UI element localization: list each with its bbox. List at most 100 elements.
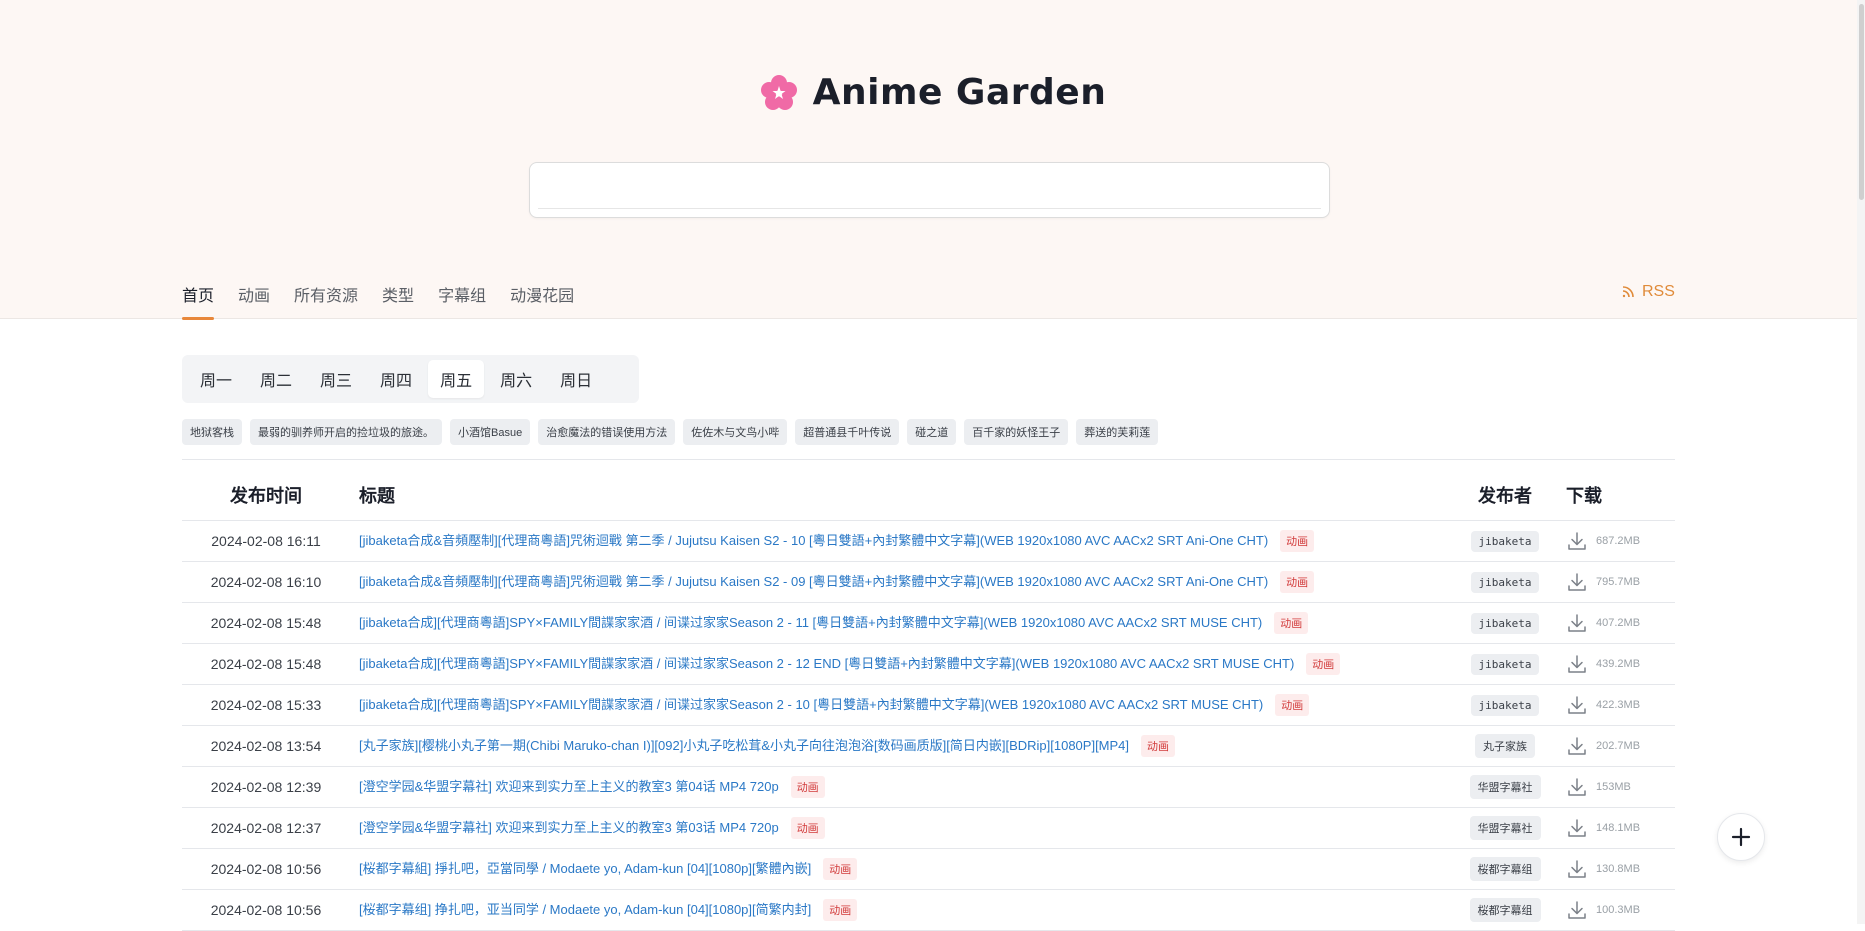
nav-all-resources[interactable]: 所有资源 bbox=[294, 282, 358, 316]
resource-title-link[interactable]: [桜都字幕组] 挣扎吧，亚当同学 / Modaete yo, Adam-kun … bbox=[359, 902, 811, 917]
publisher-badge[interactable]: jibaketa bbox=[1470, 653, 1540, 675]
table-row: 2024-02-08 12:37 [澄空学园&华盟字幕社] 欢迎来到实力至上主义的… bbox=[182, 808, 1675, 849]
download-icon[interactable] bbox=[1566, 817, 1588, 839]
anime-tag[interactable]: 葬送的芙莉莲 bbox=[1076, 419, 1159, 445]
anime-tag[interactable]: 治愈魔法的错误使用方法 bbox=[538, 419, 676, 445]
col-download-header: 下载 bbox=[1556, 470, 1675, 521]
resource-title-link[interactable]: [澄空学园&华盟字幕社] 欢迎来到实力至上主义的教室3 第03话 MP4 720… bbox=[359, 820, 779, 835]
download-icon[interactable] bbox=[1566, 612, 1588, 634]
table-row: 2024-02-08 15:33 [jibaketa合成][代理商粵語]SPY×F… bbox=[182, 685, 1675, 726]
type-badge[interactable]: 动画 bbox=[1274, 612, 1309, 634]
publisher-badge[interactable]: jibaketa bbox=[1470, 694, 1540, 716]
publisher-badge[interactable]: jibaketa bbox=[1470, 571, 1540, 593]
publisher-cell: 桜都字幕组 bbox=[1454, 849, 1556, 890]
download-cell: 153MB bbox=[1556, 767, 1675, 808]
resource-title-link[interactable]: [jibaketa合成][代理商粵語]SPY×FAMILY間諜家家酒 / 间谍过… bbox=[359, 656, 1294, 671]
publish-time: 2024-02-08 15:48 bbox=[210, 656, 322, 672]
download-icon[interactable] bbox=[1566, 858, 1588, 880]
publisher-cell: jibaketa bbox=[1454, 685, 1556, 726]
rss-link[interactable]: RSS bbox=[1620, 283, 1675, 301]
scrollbar-thumb[interactable] bbox=[1859, 4, 1864, 200]
search-input[interactable] bbox=[538, 169, 1321, 209]
tab-wednesday[interactable]: 周三 bbox=[308, 360, 364, 398]
tab-monday[interactable]: 周一 bbox=[188, 360, 244, 398]
publisher-cell: jibaketa bbox=[1454, 521, 1556, 562]
brand: Anime Garden bbox=[0, 72, 1865, 113]
search-box[interactable] bbox=[529, 162, 1330, 218]
file-size: 148.1MB bbox=[1596, 822, 1641, 834]
type-badge[interactable]: 动画 bbox=[1141, 735, 1176, 757]
file-size: 153MB bbox=[1596, 781, 1631, 793]
anime-tag[interactable]: 最弱的驯养师开启的捡垃圾的旅途。 bbox=[250, 419, 442, 445]
download-icon[interactable] bbox=[1566, 653, 1588, 675]
resource-title-link[interactable]: [jibaketa合成&音頻壓制][代理商粵語]咒術迴戰 第二季 / Jujut… bbox=[359, 574, 1268, 589]
type-badge[interactable]: 动画 bbox=[823, 899, 858, 921]
publisher-badge[interactable]: 华盟字幕社 bbox=[1469, 816, 1541, 840]
file-size: 202.7MB bbox=[1596, 740, 1641, 752]
resource-title-link[interactable]: [丸子家族][樱桃小丸子第一期(Chibi Maruko-chan I)][09… bbox=[359, 738, 1129, 753]
anime-tag-list: 地狱客栈 最弱的驯养师开启的捡垃圾的旅途。 小酒馆Basue 治愈魔法的错误使用… bbox=[182, 419, 1159, 445]
download-icon[interactable] bbox=[1566, 694, 1588, 716]
type-badge[interactable]: 动画 bbox=[1280, 530, 1315, 552]
publisher-badge[interactable]: 桜都字幕组 bbox=[1469, 857, 1541, 881]
nav-fansub-groups[interactable]: 字幕组 bbox=[438, 282, 486, 316]
anime-tag[interactable]: 小酒馆Basue bbox=[450, 419, 531, 445]
publisher-cell: jibaketa bbox=[1454, 562, 1556, 603]
download-cell: 795.7MB bbox=[1556, 562, 1675, 603]
type-badge[interactable]: 动画 bbox=[790, 817, 825, 839]
add-button[interactable] bbox=[1717, 813, 1765, 861]
header-hero: Anime Garden 首页 动画 所有资源 类型 字幕组 动漫花园 RSS bbox=[0, 0, 1865, 320]
resource-title-link[interactable]: [jibaketa合成][代理商粵語]SPY×FAMILY間諜家家酒 / 间谍过… bbox=[359, 697, 1263, 712]
publish-time: 2024-02-08 16:10 bbox=[210, 574, 322, 590]
tab-friday[interactable]: 周五 bbox=[428, 360, 485, 398]
resource-title-link[interactable]: [澄空学园&华盟字幕社] 欢迎来到实力至上主义的教室3 第04话 MP4 720… bbox=[359, 779, 779, 794]
tab-tuesday[interactable]: 周二 bbox=[248, 360, 304, 398]
resource-title-link[interactable]: [jibaketa合成&音頻壓制][代理商粵語]咒術迴戰 第二季 / Jujut… bbox=[359, 533, 1268, 548]
publisher-badge[interactable]: 丸子家族 bbox=[1475, 734, 1535, 758]
type-badge[interactable]: 动画 bbox=[1280, 571, 1315, 593]
file-size: 100.3MB bbox=[1596, 904, 1641, 916]
download-cell: 130.8MB bbox=[1556, 849, 1675, 890]
anime-tag[interactable]: 佐佐木与文鸟小哔 bbox=[683, 419, 788, 445]
publisher-badge[interactable]: jibaketa bbox=[1470, 612, 1540, 634]
nav-types[interactable]: 类型 bbox=[382, 282, 414, 316]
download-icon[interactable] bbox=[1566, 899, 1588, 921]
publisher-cell: jibaketa bbox=[1454, 603, 1556, 644]
publisher-badge[interactable]: 桜都字幕组 bbox=[1469, 898, 1541, 922]
publisher-badge[interactable]: jibaketa bbox=[1470, 530, 1540, 552]
tab-saturday[interactable]: 周六 bbox=[488, 360, 544, 398]
download-cell: 148.1MB bbox=[1556, 808, 1675, 849]
resource-title-link[interactable]: [桜都字幕組] 掙扎吧，亞當同學 / Modaete yo, Adam-kun … bbox=[359, 861, 811, 876]
publisher-badge[interactable]: 华盟字幕社 bbox=[1469, 775, 1541, 799]
anime-tag[interactable]: 碰之道 bbox=[907, 419, 957, 445]
rss-icon bbox=[1622, 286, 1634, 298]
table-row: 2024-02-08 13:54 [丸子家族][樱桃小丸子第一期(Chibi Ma… bbox=[182, 726, 1675, 767]
publish-time: 2024-02-08 13:54 bbox=[210, 738, 322, 754]
type-badge[interactable]: 动画 bbox=[790, 776, 825, 798]
table-row: 2024-02-08 16:11 [jibaketa合成&音頻壓制][代理商粵語]… bbox=[182, 521, 1675, 562]
resource-title-link[interactable]: [jibaketa合成][代理商粵語]SPY×FAMILY間諜家家酒 / 间谍过… bbox=[359, 615, 1262, 630]
nav-home[interactable]: 首页 bbox=[182, 282, 215, 320]
download-cell: 422.3MB bbox=[1556, 685, 1675, 726]
type-badge[interactable]: 动画 bbox=[1275, 694, 1310, 716]
type-badge[interactable]: 动画 bbox=[1306, 653, 1341, 675]
anime-tag[interactable]: 超普通县千叶传说 bbox=[795, 419, 900, 445]
site-title: Anime Garden bbox=[812, 72, 1107, 113]
main-nav: 首页 动画 所有资源 类型 字幕组 动漫花园 bbox=[182, 282, 574, 320]
col-time-header: 发布时间 bbox=[182, 470, 350, 521]
anime-tag[interactable]: 地狱客栈 bbox=[182, 419, 242, 445]
download-icon[interactable] bbox=[1566, 735, 1588, 757]
table-row: 2024-02-08 10:56 [桜都字幕組] 掙扎吧，亞當同學 / Modae… bbox=[182, 849, 1675, 890]
download-icon[interactable] bbox=[1566, 571, 1588, 593]
tab-sunday[interactable]: 周日 bbox=[548, 360, 604, 398]
download-icon[interactable] bbox=[1566, 530, 1588, 552]
publisher-cell: jibaketa bbox=[1454, 644, 1556, 685]
publisher-cell: 丸子家族 bbox=[1454, 726, 1556, 767]
type-badge[interactable]: 动画 bbox=[823, 858, 858, 880]
nav-anime[interactable]: 动画 bbox=[238, 282, 270, 316]
download-icon[interactable] bbox=[1566, 776, 1588, 798]
nav-dmhy[interactable]: 动漫花园 bbox=[510, 282, 574, 316]
title-cell: [桜都字幕組] 掙扎吧，亞當同學 / Modaete yo, Adam-kun … bbox=[350, 849, 1454, 890]
anime-tag[interactable]: 百千家的妖怪王子 bbox=[964, 419, 1069, 445]
tab-thursday[interactable]: 周四 bbox=[368, 360, 424, 398]
